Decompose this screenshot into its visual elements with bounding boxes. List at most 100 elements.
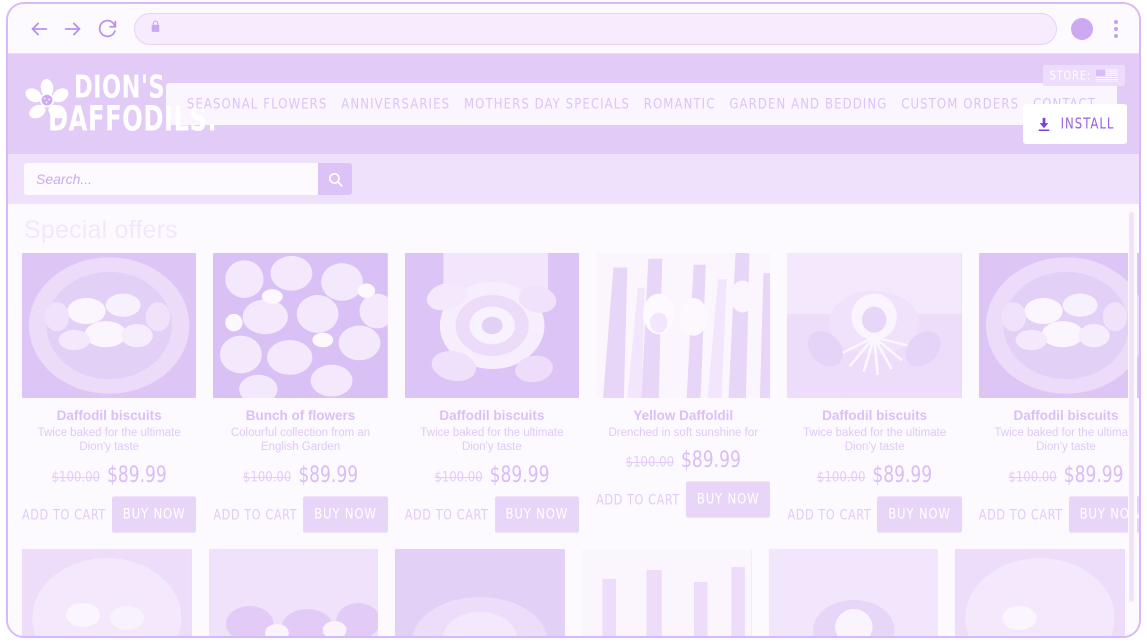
product-actions: ADD TO CART BUY NOW xyxy=(596,481,771,519)
kebab-menu-icon[interactable] xyxy=(1107,16,1125,42)
add-to-cart-button[interactable]: ADD TO CART xyxy=(979,506,1063,523)
url-bar[interactable] xyxy=(134,12,1057,45)
price-current: $89.99 xyxy=(298,462,359,488)
search-input[interactable] xyxy=(24,163,318,195)
price-current: $89.99 xyxy=(681,447,741,474)
main-content: Special offers Daffodil biscuits Twice b… xyxy=(8,204,1139,636)
store-selector[interactable]: STORE: xyxy=(1042,65,1125,86)
forward-arrow-icon[interactable] xyxy=(56,12,90,46)
main-nav: SEASONAL FLOWERS ANNIVERSARIES MOTHERS D… xyxy=(166,83,1117,125)
product-image-daffodil-stems[interactable] xyxy=(596,253,771,398)
price-original: $100.00 xyxy=(817,469,866,486)
search-button[interactable] xyxy=(318,163,352,195)
product-description: Colourful collection from an English Gar… xyxy=(230,427,371,454)
product-image-plate-of-biscuits[interactable] xyxy=(978,253,1139,398)
price-current: $89.99 xyxy=(106,462,167,488)
browser-window: DION'S DAFFODILS. SEASONAL FLOWERS ANNIV… xyxy=(6,2,1141,638)
product-actions: ADD TO CART BUY NOW xyxy=(405,496,580,533)
page-scrollbar-thumb[interactable] xyxy=(1129,212,1134,602)
add-to-cart-button[interactable]: ADD TO CART xyxy=(405,506,489,523)
price-row: $100.00 $89.99 xyxy=(625,447,741,474)
back-arrow-icon[interactable] xyxy=(22,12,56,46)
nav-item-custom-orders[interactable]: CUSTOM ORDERS xyxy=(901,96,1019,113)
price-original: $100.00 xyxy=(625,454,675,472)
price-row: $100.00 $89.99 xyxy=(1008,462,1124,488)
nav-item-anniversaries[interactable]: ANNIVERSARIES xyxy=(341,96,450,113)
lock-icon xyxy=(149,20,162,38)
install-button[interactable]: INSTALL xyxy=(1023,104,1127,144)
price-row: $100.00 $89.99 xyxy=(51,462,167,488)
page-scrollbar-track[interactable] xyxy=(1128,204,1137,636)
price-original: $100.00 xyxy=(51,469,100,486)
buy-now-button[interactable]: BUY NOW xyxy=(685,481,771,519)
nav-item-garden-and-bedding[interactable]: GARDEN AND BEDDING xyxy=(729,96,887,113)
price-current: $89.99 xyxy=(1063,462,1124,488)
add-to-cart-button[interactable]: ADD TO CART xyxy=(787,506,871,523)
price-original: $100.00 xyxy=(434,469,483,486)
product-title: Yellow Daffoldil xyxy=(633,408,734,423)
page-title: Special offers xyxy=(24,216,178,244)
product-image-white-rose[interactable] xyxy=(404,253,580,398)
product-image-white-rose[interactable] xyxy=(395,548,565,636)
search-bar xyxy=(24,163,352,195)
price-current: $89.99 xyxy=(489,462,550,488)
buy-now-button[interactable]: BUY NOW xyxy=(494,496,580,533)
product-card[interactable]: Daffodil biscuits Twice baked for the ul… xyxy=(404,253,580,533)
product-image-plate-of-biscuits[interactable] xyxy=(22,253,197,398)
product-description: Drenched in soft sunshine for xyxy=(608,427,759,439)
store-label: STORE: xyxy=(1049,68,1091,83)
reload-icon[interactable] xyxy=(90,12,124,46)
product-description: Twice baked for the ultimate Dion'y tast… xyxy=(420,427,564,454)
download-icon xyxy=(1038,117,1049,131)
product-card[interactable]: Yellow Daffoldil Drenched in soft sunshi… xyxy=(596,253,771,531)
product-image-single-daffodil[interactable] xyxy=(787,253,962,398)
search-icon xyxy=(328,172,343,187)
add-to-cart-button[interactable]: ADD TO CART xyxy=(22,506,106,523)
product-card[interactable]: Daffodil biscuits Twice baked for the ul… xyxy=(787,253,962,533)
product-title: Daffodil biscuits xyxy=(1013,408,1119,423)
price-row: $100.00 $89.99 xyxy=(242,462,359,488)
product-actions: ADD TO CART BUY NOW xyxy=(979,496,1139,533)
product-title: Daffodil biscuits xyxy=(439,408,545,423)
add-to-cart-button[interactable]: ADD TO CART xyxy=(213,506,297,523)
profile-avatar[interactable] xyxy=(1071,17,1093,40)
product-image-plate-of-biscuits[interactable] xyxy=(22,548,192,636)
product-image-bunch-of-flowers[interactable] xyxy=(208,548,379,636)
site-logo[interactable]: DION'S DAFFODILS. xyxy=(24,67,217,141)
browser-toolbar xyxy=(8,4,1139,54)
product-grid-row-2 xyxy=(22,548,1125,636)
buy-now-button[interactable]: BUY NOW xyxy=(877,496,962,533)
nav-item-mothers-day-specials[interactable]: MOTHERS DAY SPECIALS xyxy=(464,96,630,113)
product-actions: ADD TO CART BUY NOW xyxy=(22,496,197,533)
price-row: $100.00 $89.99 xyxy=(434,462,550,488)
product-actions: ADD TO CART BUY NOW xyxy=(213,496,388,533)
product-card[interactable]: Bunch of flowers Colourful collection fr… xyxy=(213,253,388,533)
buy-now-button[interactable]: BUY NOW xyxy=(303,496,388,533)
site-header: DION'S DAFFODILS. SEASONAL FLOWERS ANNIV… xyxy=(8,54,1139,154)
product-image-plate-of-biscuits[interactable] xyxy=(955,548,1125,636)
nav-item-seasonal-flowers[interactable]: SEASONAL FLOWERS xyxy=(187,96,328,113)
product-description: Twice baked for the ultimate Dion'y tast… xyxy=(803,427,947,454)
product-image-daffodil-stems[interactable] xyxy=(582,548,752,636)
product-title: Bunch of flowers xyxy=(245,408,356,423)
product-image-bunch-of-flowers[interactable] xyxy=(213,253,388,398)
product-card[interactable]: Daffodil biscuits Twice baked for the ul… xyxy=(978,253,1139,533)
search-band xyxy=(8,154,1139,204)
product-grid: Daffodil biscuits Twice baked for the ul… xyxy=(22,253,1139,533)
add-to-cart-button[interactable]: ADD TO CART xyxy=(596,491,680,508)
product-description: Twice baked for the ultimate Dion'y tast… xyxy=(37,427,181,454)
nav-item-romantic[interactable]: ROMANTIC xyxy=(644,96,716,113)
price-original: $100.00 xyxy=(1008,469,1057,486)
product-title: Daffodil biscuits xyxy=(822,408,928,423)
product-title: Daffodil biscuits xyxy=(56,408,162,423)
product-description: Twice baked for the ultimate Dion'y tast… xyxy=(994,427,1138,454)
us-flag-icon xyxy=(1096,69,1118,82)
price-row: $100.00 $89.99 xyxy=(817,462,933,488)
price-current: $89.99 xyxy=(872,462,933,488)
buy-now-button[interactable]: BUY NOW xyxy=(111,496,197,533)
product-actions: ADD TO CART BUY NOW xyxy=(787,496,962,533)
price-original: $100.00 xyxy=(242,469,292,486)
product-card[interactable]: Daffodil biscuits Twice baked for the ul… xyxy=(22,253,197,533)
product-image-single-daffodil[interactable] xyxy=(768,548,939,636)
install-label: INSTALL xyxy=(1060,115,1115,133)
